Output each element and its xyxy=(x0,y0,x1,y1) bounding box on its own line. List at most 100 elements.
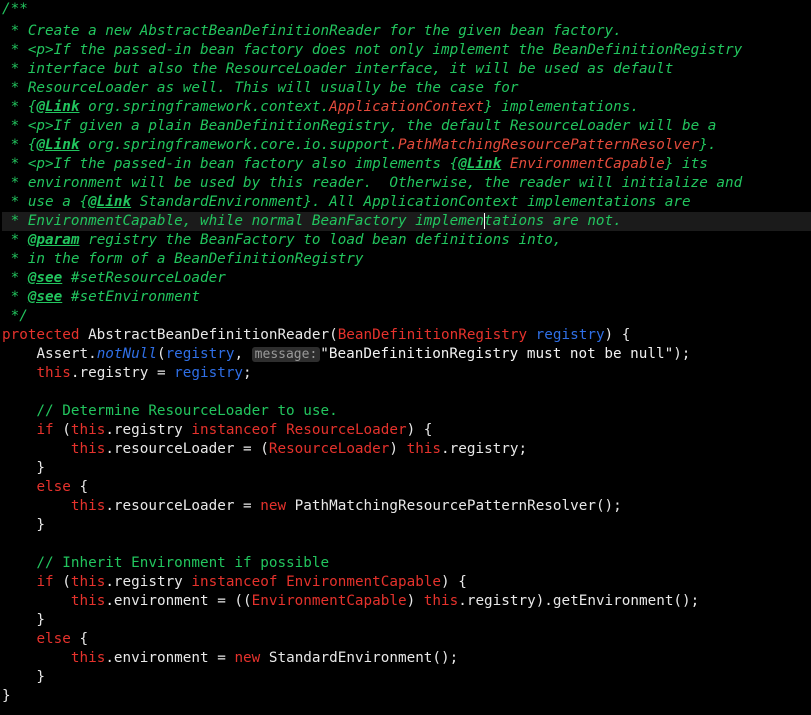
code-line[interactable]: * @see #setEnvironment xyxy=(2,288,811,307)
parameter-name[interactable]: registry xyxy=(527,327,605,343)
javadoc-param-name: registry xyxy=(79,232,157,248)
code-line[interactable]: } xyxy=(2,611,811,630)
javadoc-class-link[interactable]: ApplicationContext xyxy=(329,99,484,115)
field-access[interactable]: .registry = xyxy=(71,365,174,381)
code-line[interactable]: * interface but also the ResourceLoader … xyxy=(2,60,811,79)
javadoc-class-link[interactable]: PathMatchingResourcePatternResolver xyxy=(398,137,699,153)
code-line[interactable]: // Inherit Environment if possible xyxy=(2,554,811,573)
code-line[interactable]: else { xyxy=(2,630,811,649)
keyword: this xyxy=(70,650,106,666)
javadoc-tag[interactable]: @Link xyxy=(458,156,501,172)
current-line[interactable]: * EnvironmentCapable, while normal BeanF… xyxy=(2,212,811,231)
field-access[interactable]: .resourceLoader = ( xyxy=(105,441,269,457)
code-line[interactable]: this.environment = new StandardEnvironme… xyxy=(2,649,811,668)
code-line[interactable]: } xyxy=(2,516,811,535)
constructor-name[interactable]: AbstractBeanDefinitionReader( xyxy=(79,327,338,343)
parameter-hint: message: xyxy=(251,347,321,362)
type-name[interactable]: ResourceLoader xyxy=(286,422,407,438)
code-line[interactable]: Assert.notNull(registry, message: "BeanDe… xyxy=(2,345,811,364)
code-line[interactable]: // Determine ResourceLoader to use. xyxy=(2,402,811,421)
javadoc-see-ref: #setResourceLoader xyxy=(62,270,226,286)
comment-text: the BeanFactory to load bean definitions… xyxy=(156,232,562,248)
code-line[interactable]: this.resourceLoader = (ResourceLoader) t… xyxy=(2,440,811,459)
keyword: this xyxy=(70,593,106,609)
field-access[interactable]: .environment = (( xyxy=(105,593,251,609)
field-access[interactable]: .registry xyxy=(105,574,191,590)
method-call[interactable]: notNull xyxy=(97,346,157,362)
javadoc-tag[interactable]: @Link xyxy=(88,194,131,210)
code-line[interactable]: else { xyxy=(2,478,811,497)
javadoc-reference: StandardEnvironment xyxy=(131,194,304,210)
line-comment: // Inherit Environment if possible xyxy=(2,555,330,571)
javadoc-tag[interactable]: @param xyxy=(28,232,80,248)
comment-text: * xyxy=(2,289,28,305)
parameter-name[interactable]: registry xyxy=(174,365,243,381)
closing-brace: } xyxy=(2,688,11,704)
constructor-call[interactable]: PathMatchingResourcePatternResolver(); xyxy=(286,498,622,514)
closing-brace: } xyxy=(2,612,46,628)
class-name[interactable]: Assert xyxy=(36,346,88,362)
type-name[interactable]: ResourceLoader xyxy=(269,441,390,457)
field-access[interactable]: .registry xyxy=(105,422,191,438)
code-line[interactable]: * in the form of a BeanDefinitionRegistr… xyxy=(2,250,811,269)
comment-text: * in the form of a BeanDefinitionRegistr… xyxy=(2,251,364,267)
comment-text: * <p>If the passed-in bean factory does … xyxy=(2,42,743,58)
code-line[interactable]: protected AbstractBeanDefinitionReader(B… xyxy=(2,326,811,345)
type-name[interactable]: EnvironmentCapable xyxy=(286,574,441,590)
punctuation: ); xyxy=(673,346,691,362)
type-name[interactable]: BeanDefinitionRegistry xyxy=(338,327,527,343)
code-line[interactable]: * <p>If the passed-in bean factory also … xyxy=(2,155,811,174)
code-line[interactable]: * ResourceLoader as well. This will usua… xyxy=(2,79,811,98)
code-editor[interactable]: /** * Create a new AbstractBeanDefinitio… xyxy=(0,0,811,715)
code-line[interactable]: if (this.registry instanceof Environment… xyxy=(2,573,811,592)
comment-text: }. All ApplicationContext implementation… xyxy=(303,194,691,210)
code-line[interactable]: */ xyxy=(2,307,811,326)
code-line[interactable]: this.resourceLoader = new PathMatchingRe… xyxy=(2,497,811,516)
field-access[interactable]: .environment = xyxy=(105,650,234,666)
keyword: protected xyxy=(2,327,80,343)
comment-text: */ xyxy=(2,308,28,324)
code-line[interactable]: this.registry = registry; xyxy=(2,364,811,383)
code-line[interactable]: * {@Link org.springframework.core.io.sup… xyxy=(2,136,811,155)
code-line[interactable]: * environment will be used by this reade… xyxy=(2,174,811,193)
constructor-call[interactable]: StandardEnvironment(); xyxy=(260,650,458,666)
string-literal: "BeanDefinitionRegistry must not be null… xyxy=(320,346,674,362)
javadoc-tag[interactable]: @see xyxy=(28,270,62,286)
keyword: this xyxy=(70,441,106,457)
punctuation: ( xyxy=(156,346,166,362)
code-line[interactable]: * @see #setResourceLoader xyxy=(2,269,811,288)
keyword: new xyxy=(260,498,287,514)
type-name[interactable]: EnvironmentCapable xyxy=(252,593,407,609)
code-line[interactable]: * <p>If the passed-in bean factory does … xyxy=(2,41,811,60)
code-line[interactable]: this.environment = ((EnvironmentCapable)… xyxy=(2,592,811,611)
keyword: if xyxy=(36,574,54,590)
method-call[interactable]: .registry).getEnvironment(); xyxy=(458,593,699,609)
code-line[interactable]: * {@Link org.springframework.context.App… xyxy=(2,98,811,117)
comment-text: * { xyxy=(2,99,37,115)
javadoc-tag[interactable]: @Link xyxy=(36,137,79,153)
keyword: instanceof xyxy=(191,422,278,438)
javadoc-class-link[interactable]: EnvironmentCapable xyxy=(501,156,665,172)
code-line[interactable]: * <p>If given a plain BeanDefinitionRegi… xyxy=(2,117,811,136)
javadoc-tag[interactable]: @see xyxy=(28,289,62,305)
javadoc-tag[interactable]: @Link xyxy=(36,99,79,115)
code-line[interactable]: } xyxy=(2,668,811,687)
code-line[interactable]: * use a {@Link StandardEnvironment}. All… xyxy=(2,193,811,212)
code-line[interactable]: /** xyxy=(2,0,811,19)
code-line[interactable]: * @param registry the BeanFactory to loa… xyxy=(2,231,811,250)
code-line[interactable]: * Create a new AbstractBeanDefinitionRea… xyxy=(2,22,811,41)
parameter-name[interactable]: registry xyxy=(166,346,235,362)
code-line[interactable]: if (this.registry instanceof ResourceLoa… xyxy=(2,421,811,440)
punctuation: { xyxy=(70,479,89,495)
comment-text: * environment will be used by this reade… xyxy=(2,175,743,191)
punctuation: ; xyxy=(243,365,252,381)
code-line[interactable]: } xyxy=(2,459,811,478)
field-access[interactable]: .resourceLoader = xyxy=(105,498,260,514)
field-access[interactable]: .registry; xyxy=(441,441,527,457)
code-line[interactable]: } xyxy=(2,687,811,706)
